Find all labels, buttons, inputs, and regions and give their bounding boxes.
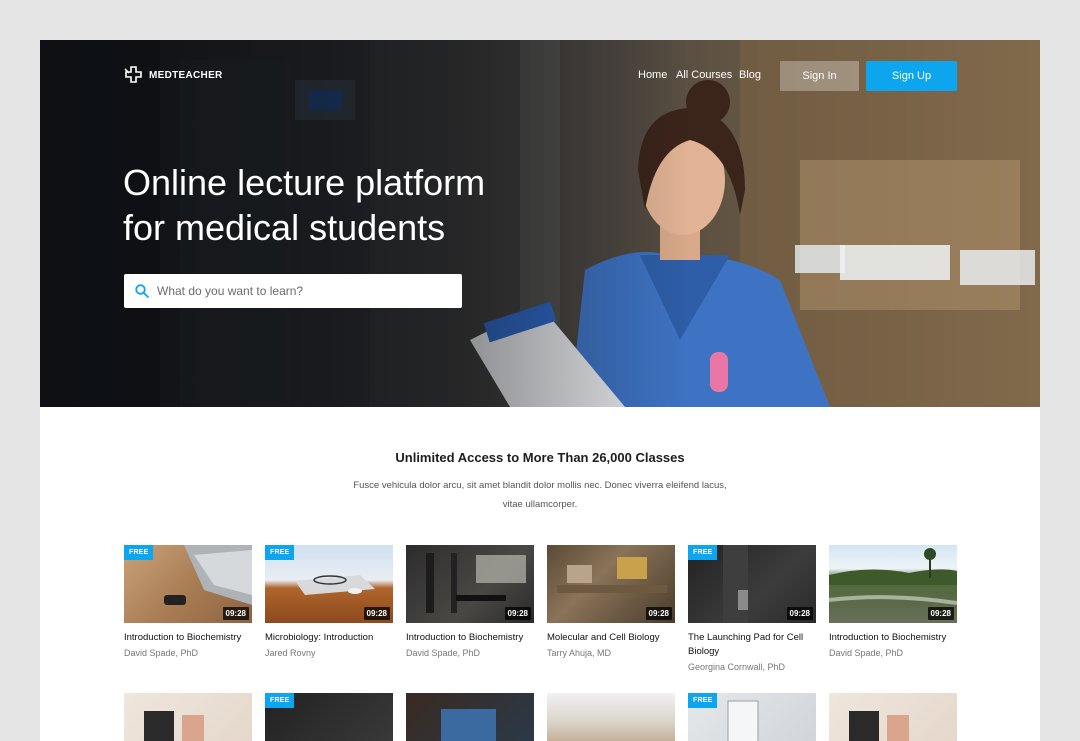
course-thumbnail[interactable]: FREE 09:28 [688,545,816,623]
duration-badge: 09:28 [222,607,249,620]
hero-headline-line1: Online lecture platform [123,162,486,203]
medical-cross-icon [124,66,142,83]
course-thumbnail[interactable]: FREE 09:28 [124,545,252,623]
duration-badge: 09:28 [786,607,813,620]
duration-badge: 09:28 [504,607,531,620]
free-badge: FREE [688,693,718,708]
course-card[interactable] [406,693,534,741]
course-title[interactable]: Introduction to Biochemistry [124,631,252,645]
course-card[interactable]: FREE 09:28 Microbiology: Introduction Ja… [265,545,393,660]
course-thumbnail[interactable]: 09:28 [547,545,675,623]
course-card[interactable]: 09:28 Introduction to Biochemistry David… [406,545,534,660]
course-card[interactable]: FREE 09:28 The Launching Pad for Cell Bi… [688,545,816,674]
course-title[interactable]: Introduction to Biochemistry [829,631,957,645]
course-card[interactable]: FREE [688,693,816,741]
course-author: Jared Rovny [265,648,316,658]
section-description: Fusce vehicula dolor arcu, sit amet blan… [353,480,727,510]
section-title: Unlimited Access to More Than 26,000 Cla… [395,450,685,465]
course-author: Tarry Ahuja, MD [547,648,612,658]
duration-badge: 09:28 [363,607,390,620]
brand-name: MEDTEACHER [149,69,223,81]
nav-home[interactable]: Home [638,69,667,81]
course-thumbnail[interactable]: 09:28 [829,545,957,623]
search-icon [135,284,149,298]
free-badge: FREE [124,545,154,560]
free-badge: FREE [265,693,295,708]
hero-headline-line2: for medical students [123,207,446,248]
course-thumbnail[interactable]: FREE [688,693,816,741]
course-card[interactable]: FREE [265,693,393,741]
course-card[interactable]: FREE 09:28 Introduction to Biochemistry … [124,545,252,660]
course-author: David Spade, PhD [406,648,481,658]
course-thumbnail[interactable] [547,693,675,741]
course-thumbnail[interactable]: FREE 09:28 [265,545,393,623]
monitor-image [441,709,496,741]
course-author: David Spade, PhD [829,648,904,658]
hero-banner: MEDTEACHER Home All Courses Blog Sign In… [40,40,1040,407]
course-author: Georgina Cornwall, PhD [688,662,786,672]
course-card[interactable]: 09:28 Molecular and Cell Biology Tarry A… [547,545,675,660]
course-author: David Spade, PhD [124,648,199,658]
course-title[interactable]: Microbiology: Introduction [265,631,393,645]
search-bar[interactable] [124,274,462,308]
sign-up-button[interactable]: Sign Up [866,61,957,91]
duration-badge: 09:28 [927,607,954,620]
book-image [849,711,909,741]
course-card[interactable] [124,693,252,741]
course-title[interactable]: Molecular and Cell Biology [547,631,675,645]
course-thumbnail[interactable]: 09:28 [406,545,534,623]
free-badge: FREE [688,545,718,560]
nav-all-courses[interactable]: All Courses [676,69,732,81]
course-card[interactable]: 09:28 Introduction to Biochemistry David… [829,545,957,660]
brand-logo[interactable]: MEDTEACHER [124,66,223,84]
course-thumbnail[interactable] [124,693,252,741]
course-thumbnail[interactable] [406,693,534,741]
sign-in-button[interactable]: Sign In [780,61,859,91]
duration-badge: 09:28 [645,607,672,620]
course-title[interactable]: Introduction to Biochemistry [406,631,534,645]
course-thumbnail[interactable]: FREE [265,693,393,741]
book-image [144,711,204,741]
course-card[interactable] [547,693,675,741]
free-badge: FREE [265,545,295,560]
search-input[interactable] [155,283,449,299]
course-card[interactable] [829,693,957,741]
course-title[interactable]: The Launching Pad for Cell Biology [688,631,816,659]
hero-headline: Online lecture platform for medical stud… [123,160,543,250]
nav-blog[interactable]: Blog [739,69,761,81]
course-thumbnail[interactable] [829,693,957,741]
page: MEDTEACHER Home All Courses Blog Sign In… [40,40,1040,741]
